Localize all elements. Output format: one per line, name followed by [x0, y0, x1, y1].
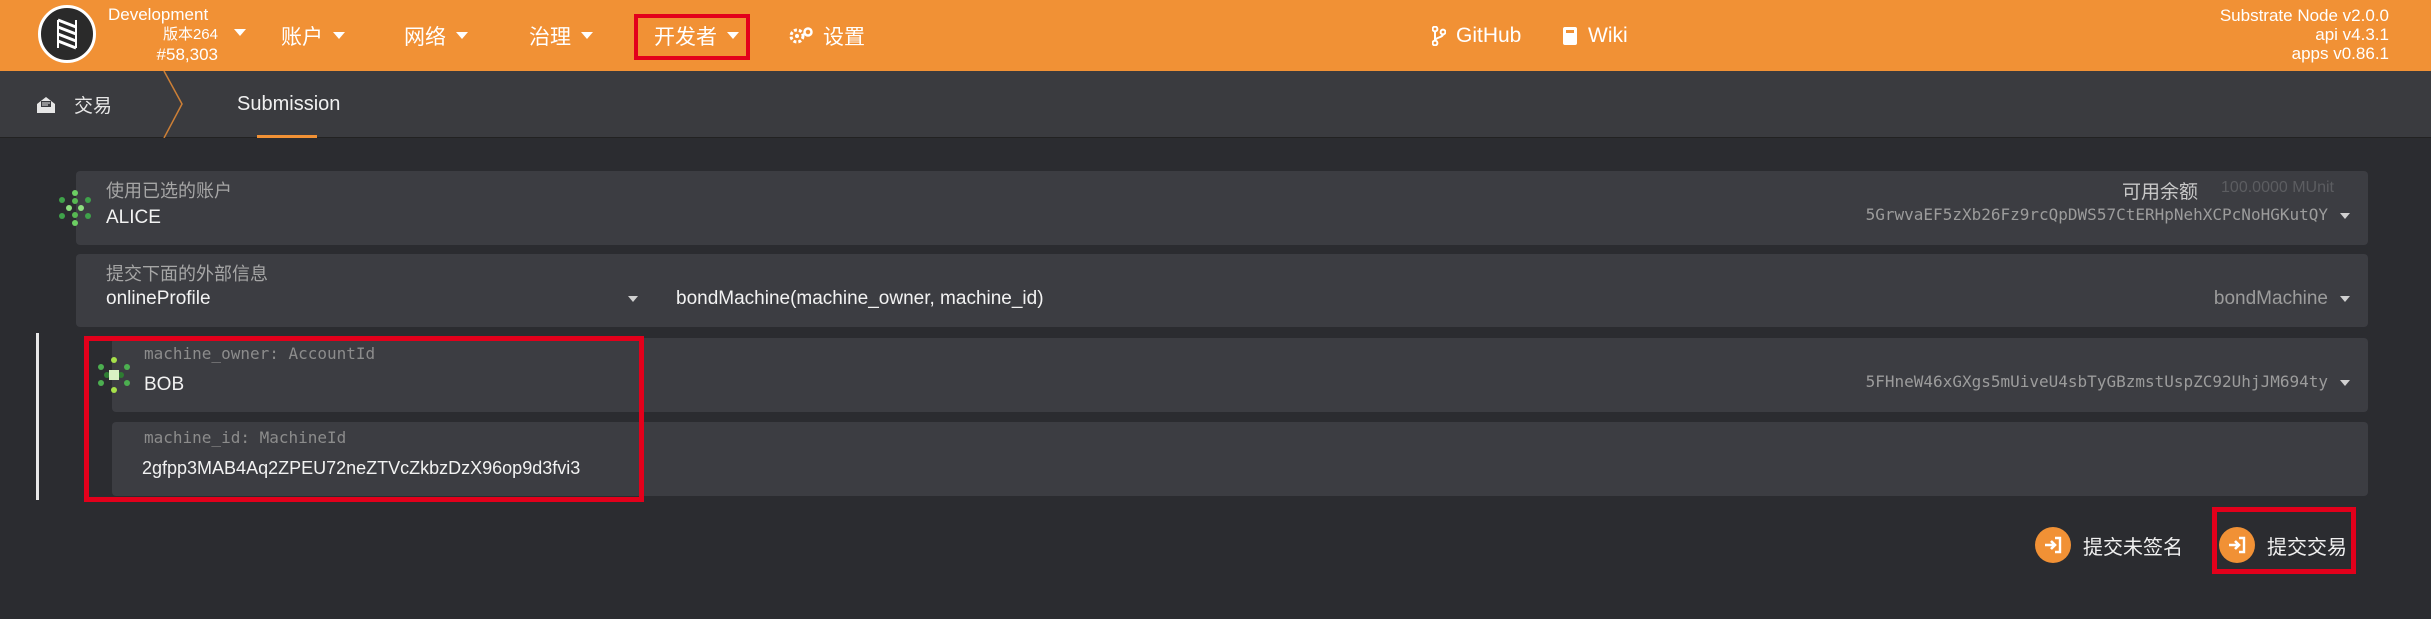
menu-label: 开发者: [654, 25, 717, 49]
top-navbar: Development 版本264 #58,303 账户 网络 治理 开发者 设…: [0, 0, 2431, 71]
chevron-down-icon[interactable]: [628, 296, 638, 302]
cogs-icon: [789, 26, 813, 46]
machine-owner-address-text: 5FHneW46xGXgs5mUiveU4sbTyGBzmstUspZC92Uh…: [1865, 372, 2328, 391]
chevron-down-icon[interactable]: [234, 29, 246, 36]
breadcrumb-root[interactable]: 交易: [36, 71, 112, 138]
machine-owner-label: machine_owner: AccountId: [144, 344, 376, 363]
github-link[interactable]: GitHub: [1432, 0, 1521, 71]
best-block-number: #58,303: [156, 45, 218, 64]
machine-owner-address: 5FHneW46xGXgs5mUiveU4sbTyGBzmstUspZC92Uh…: [1866, 372, 2350, 391]
wiki-label: Wiki: [1588, 23, 1628, 47]
bob-identicon-icon: [98, 357, 130, 393]
method-name-hint[interactable]: bondMachine: [2214, 288, 2350, 310]
extrinsic-label: 提交下面的外部信息: [106, 264, 268, 284]
apps-version: apps v0.86.1: [2291, 44, 2389, 63]
sign-in-icon: [2219, 527, 2255, 563]
book-icon: [1562, 26, 1578, 46]
machine-owner-name: BOB: [144, 374, 185, 395]
params-rail: [36, 333, 39, 500]
code-branch-icon: [1432, 25, 1446, 46]
chevron-down-icon: [727, 32, 739, 39]
wiki-link[interactable]: Wiki: [1562, 0, 1628, 71]
alice-identicon-icon: [59, 190, 91, 226]
menu-developer[interactable]: 开发者: [654, 0, 739, 71]
balance-value: 100.0000 MUnit: [2221, 179, 2334, 196]
breadcrumb-root-label: 交易: [74, 96, 113, 117]
submit-transaction-button[interactable]: 提交交易: [2219, 527, 2347, 563]
envelope-open-icon: [36, 96, 56, 114]
extrinsic-selector: 提交下面的外部信息 onlineProfile bondMachine(mach…: [76, 254, 2368, 327]
api-version: api v4.3.1: [2315, 25, 2389, 44]
account-address-text: 5GrwvaEF5zXb26Fz9rcQpDWS57CtERHpNehXCPcN…: [1865, 205, 2328, 224]
breadcrumb-separator: [163, 71, 183, 138]
chevron-down-icon: [2340, 212, 2350, 219]
machine-id-label: machine_id: MachineId: [144, 428, 347, 447]
chevron-down-icon: [581, 32, 593, 39]
chevron-down-icon: [2340, 295, 2350, 302]
node-name: Substrate Node v2.0.0: [2219, 6, 2389, 25]
method-dropdown[interactable]: bondMachine(machine_owner, machine_id): [676, 288, 1044, 310]
account-address: 5GrwvaEF5zXb26Fz9rcQpDWS57CtERHpNehXCPcN…: [1866, 205, 2350, 224]
account-selector[interactable]: 使用已选的账户 ALICE 可用余额 100.0000 MUnit 5Grwva…: [76, 171, 2368, 245]
chevron-down-icon: [456, 32, 468, 39]
balance-label: 可用余额: [2121, 182, 2198, 203]
chain-selector[interactable]: Development 版本264 #58,303: [108, 5, 238, 65]
chevron-down-icon: [2340, 379, 2350, 386]
github-label: GitHub: [1456, 23, 1522, 47]
chain-version: 版本264: [162, 26, 218, 43]
menu-label: 账户: [281, 25, 323, 49]
chevron-down-icon: [333, 32, 345, 39]
method-name: bondMachine: [2213, 288, 2328, 309]
machine-id-input[interactable]: 2gfpp3MAB4Aq2ZPEU72neZTVcZkbzDzX96op9d3f…: [142, 458, 580, 479]
method-signature: bondMachine(machine_owner, machine_id): [676, 288, 1044, 309]
node-info: Substrate Node v2.0.0 api v4.3.1 apps v0…: [2220, 6, 2389, 63]
tab-submission-label: Submission: [237, 93, 341, 115]
menu-label: 设置: [823, 25, 865, 49]
menu-settings[interactable]: 设置: [789, 0, 865, 71]
menu-governance[interactable]: 治理: [529, 0, 593, 71]
sign-in-icon: [2035, 527, 2071, 563]
submit-unsigned-button[interactable]: 提交未签名: [2035, 527, 2183, 563]
menu-label: 网络: [404, 25, 446, 49]
menu-network[interactable]: 网络: [404, 0, 468, 71]
submit-unsigned-label: 提交未签名: [2083, 536, 2183, 559]
menu-label: 治理: [529, 25, 571, 49]
logo-mark-icon: [57, 18, 77, 50]
tab-submission[interactable]: Submission: [237, 71, 340, 138]
section-dropdown[interactable]: onlineProfile: [106, 288, 211, 310]
substrate-logo[interactable]: [38, 5, 96, 63]
machine-owner-param[interactable]: machine_owner: AccountId BOB 5FHneW46xGX…: [112, 338, 2368, 412]
account-name: ALICE: [106, 207, 161, 228]
menu-accounts[interactable]: 账户: [281, 0, 345, 71]
breadcrumb: 交易 Submission: [0, 71, 2431, 138]
section-value: onlineProfile: [106, 288, 211, 309]
active-tab-indicator: [257, 135, 317, 138]
chain-name: Development: [108, 5, 209, 24]
machine-id-param[interactable]: machine_id: MachineId 2gfpp3MAB4Aq2ZPEU7…: [112, 422, 2368, 496]
account-label: 使用已选的账户: [106, 181, 232, 201]
submit-transaction-label: 提交交易: [2267, 536, 2347, 559]
